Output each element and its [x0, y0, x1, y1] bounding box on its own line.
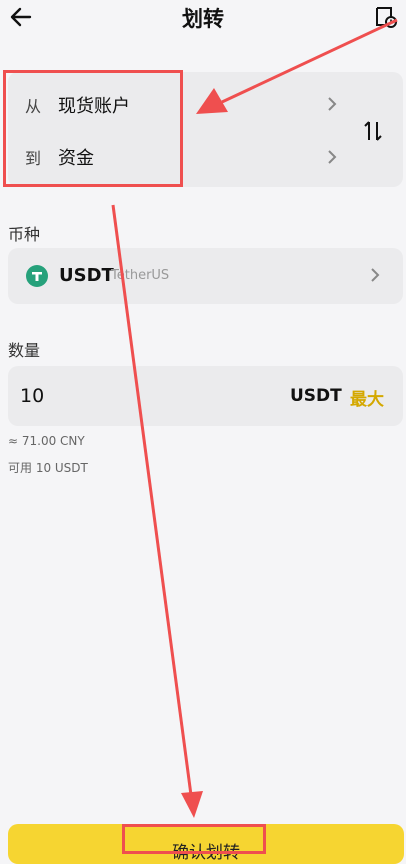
- chevron-right-icon[interactable]: [368, 266, 382, 284]
- quantity-input[interactable]: 10: [20, 385, 44, 407]
- quantity-input-field[interactable]: [8, 366, 403, 426]
- coin-name: TetherUS: [111, 268, 170, 283]
- quantity-section-label: 数量: [8, 341, 41, 360]
- top-bar: 划转: [0, 0, 406, 36]
- from-to-highlight-box: [3, 70, 183, 187]
- chevron-right-icon[interactable]: [325, 148, 339, 166]
- coin-code: USDT: [59, 265, 114, 286]
- max-button[interactable]: 最大: [350, 385, 384, 410]
- available-balance: 可用 10 USDT: [8, 461, 88, 475]
- chevron-right-icon[interactable]: [325, 95, 339, 113]
- coin-section-label: 币种: [8, 225, 41, 244]
- transfer-history-icon[interactable]: [374, 5, 398, 29]
- swap-vertical-icon[interactable]: [361, 118, 385, 144]
- quantity-unit: USDT: [290, 386, 342, 406]
- cny-equivalent: ≈ 71.00 CNY: [8, 434, 85, 448]
- confirm-highlight-box: [122, 824, 266, 854]
- tether-icon: [26, 265, 48, 287]
- page-title: 划转: [182, 7, 224, 31]
